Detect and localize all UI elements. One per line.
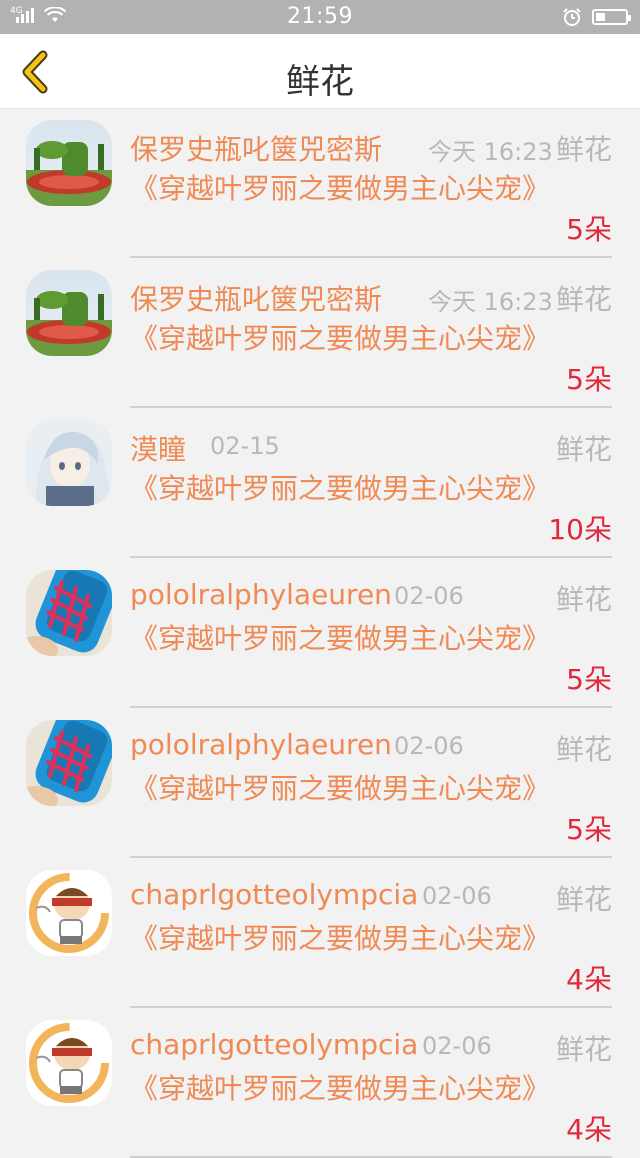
gift-type: 鲜花 — [555, 433, 612, 466]
gift-type: 鲜花 — [555, 283, 612, 316]
book-title: 《穿越叶罗丽之要做男主心尖宠》 — [130, 622, 551, 655]
status-bar: 4G 21:59 — [0, 0, 640, 34]
gift-type: 鲜花 — [555, 133, 612, 166]
avatar — [26, 420, 112, 506]
flower-list: 保罗史瓶叱箧兕密斯 今天 16:23 鲜花 《穿越叶罗丽之要做男主心尖宠》 5朵 保罗史瓶… — [0, 108, 640, 1158]
user-name: pololralphylaeuren — [130, 728, 392, 761]
page-title: 鲜花 — [286, 62, 354, 102]
avatar — [26, 120, 112, 206]
nav-header: 鲜花 — [0, 34, 640, 109]
gift-type: 鲜花 — [555, 1033, 612, 1066]
battery-icon — [592, 9, 631, 25]
gift-date: 02-06 — [422, 882, 492, 910]
book-title: 《穿越叶罗丽之要做男主心尖宠》 — [130, 172, 551, 205]
gift-type: 鲜花 — [555, 883, 612, 916]
book-title: 《穿越叶罗丽之要做男主心尖宠》 — [130, 472, 551, 505]
list-item[interactable]: 保罗史瓶叱箧兕密斯 今天 16:23 鲜花 《穿越叶罗丽之要做男主心尖宠》 5朵 — [0, 108, 640, 258]
book-title: 《穿越叶罗丽之要做男主心尖宠》 — [130, 772, 551, 805]
list-item[interactable]: 漠瞳 02-15 鲜花 《穿越叶罗丽之要做男主心尖宠》 10朵 — [0, 408, 640, 558]
user-name: chaprlgotteolympcia — [130, 878, 419, 911]
flower-count: 5朵 — [566, 813, 612, 846]
user-name: 漠瞳 — [130, 433, 187, 466]
user-name: chaprlgotteolympcia — [130, 1028, 419, 1061]
gift-type: 鲜花 — [555, 733, 612, 766]
list-item[interactable]: pololralphylaeuren 02-06 鲜花 《穿越叶罗丽之要做男主心尖宠》… — [0, 708, 640, 858]
list-item[interactable]: 保罗史瓶叱箧兕密斯 今天 16:23 鲜花 《穿越叶罗丽之要做男主心尖宠》 5朵 — [0, 258, 640, 408]
gift-date: 02-06 — [394, 582, 464, 610]
gift-date: 02-06 — [394, 732, 464, 760]
list-item[interactable]: chaprlgotteolympcia 02-06 鲜花 《穿越叶罗丽之要做男主心尖宠… — [0, 1008, 640, 1158]
alarm-icon — [563, 8, 581, 26]
user-name: pololralphylaeuren — [130, 578, 392, 611]
list-item[interactable]: chaprlgotteolympcia 02-06 鲜花 《穿越叶罗丽之要做男主心尖宠… — [0, 858, 640, 1008]
flower-count: 5朵 — [566, 363, 612, 396]
user-name: 保罗史瓶叱箧兕密斯 — [130, 283, 383, 316]
avatar — [26, 270, 112, 356]
user-name: 保罗史瓶叱箧兕密斯 — [130, 133, 383, 166]
gift-date: 今天 16:23 — [428, 288, 553, 316]
book-title: 《穿越叶罗丽之要做男主心尖宠》 — [130, 1072, 551, 1105]
status-right — [562, 7, 631, 27]
list-item[interactable]: pololralphylaeuren 02-06 鲜花 《穿越叶罗丽之要做男主心尖宠》… — [0, 558, 640, 708]
book-title: 《穿越叶罗丽之要做男主心尖宠》 — [130, 922, 551, 955]
gift-date: 02-06 — [422, 1032, 492, 1060]
book-title: 《穿越叶罗丽之要做男主心尖宠》 — [130, 322, 551, 355]
gift-date: 今天 16:23 — [428, 138, 553, 166]
gift-date: 02-15 — [210, 432, 280, 460]
flower-count: 10朵 — [548, 513, 612, 546]
flower-count: 5朵 — [566, 663, 612, 696]
avatar — [26, 720, 112, 806]
avatar — [26, 870, 112, 956]
flower-count: 4朵 — [566, 1113, 612, 1146]
flower-count: 5朵 — [566, 213, 612, 246]
gift-type: 鲜花 — [555, 583, 612, 616]
clock: 21:59 — [287, 4, 353, 29]
avatar — [26, 570, 112, 656]
flower-count: 4朵 — [566, 963, 612, 996]
avatar — [26, 1020, 112, 1106]
